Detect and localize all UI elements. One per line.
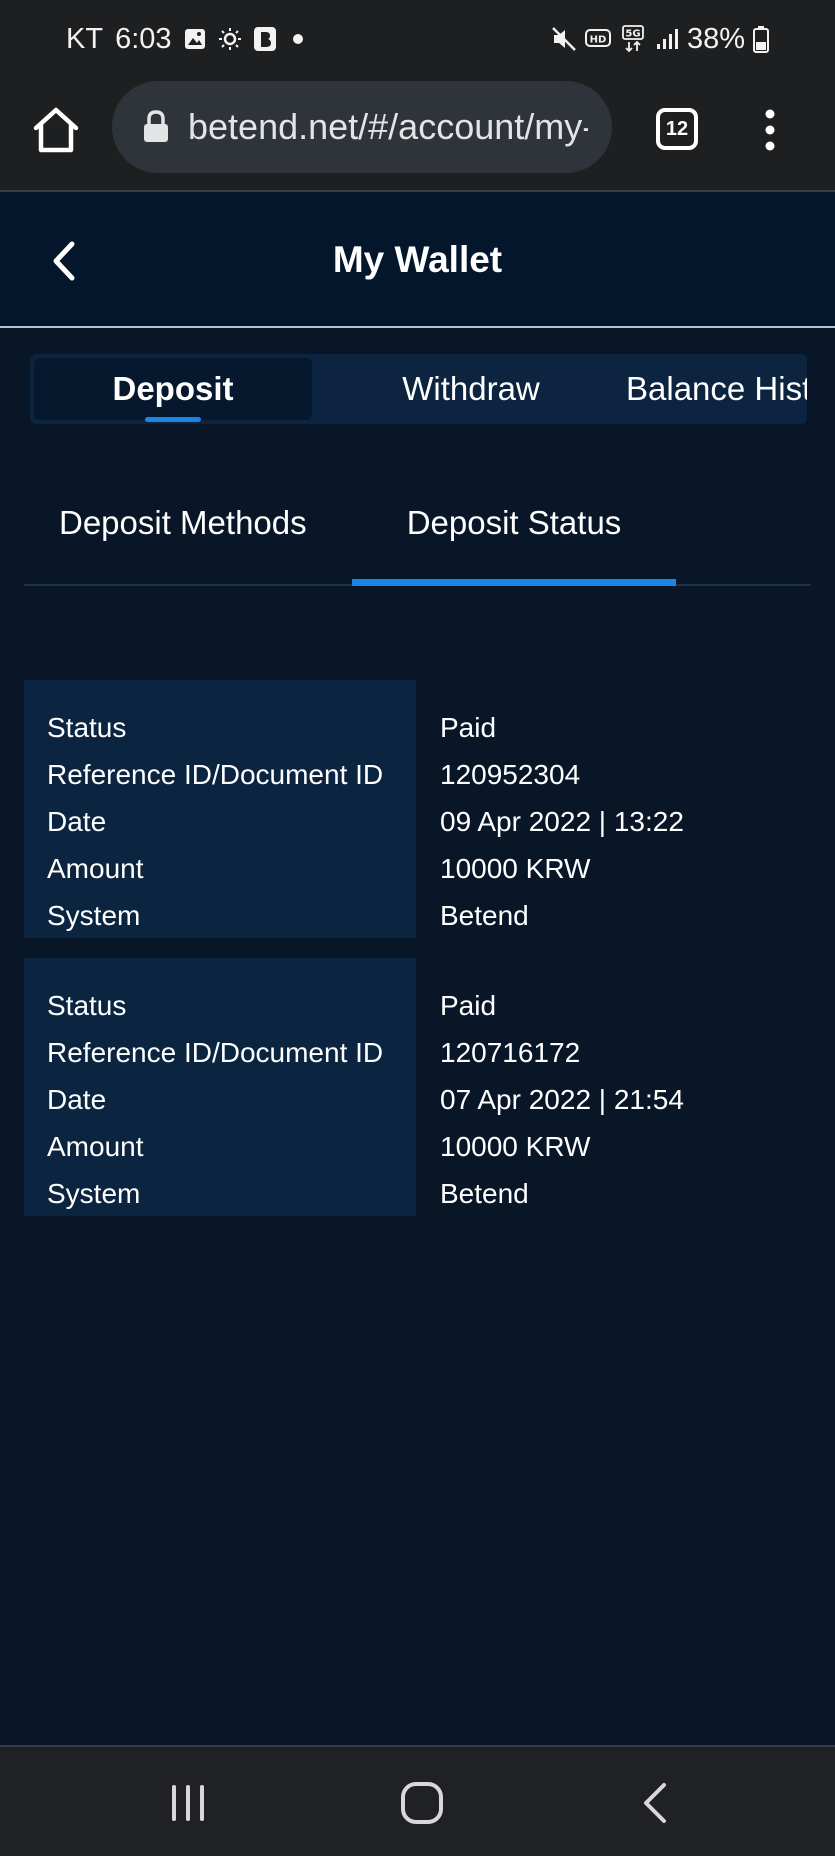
wallet-tabs: Deposit Withdraw Balance History [30, 354, 807, 424]
status-label: Status [47, 990, 127, 1021]
page-title: My Wallet [332, 239, 503, 280]
status-bar: KT 6:03 HD 5G 38% [0, 0, 835, 78]
more-menu-icon[interactable] [760, 104, 780, 156]
tab-active-underline [145, 417, 201, 422]
status-value: Paid [440, 990, 497, 1021]
battery-percent: 38% [686, 22, 745, 55]
brightness-icon [218, 27, 242, 51]
reference-id-label: Reference ID/Document ID [47, 759, 384, 790]
tab-deposit-label: Deposit [112, 370, 234, 407]
date-label: Date [47, 1084, 107, 1115]
amount-value: 10000 KRW [440, 853, 591, 884]
status-value: Paid [440, 712, 497, 743]
dot-icon [288, 29, 308, 49]
amount-value: 10000 KRW [440, 1131, 591, 1162]
svg-text:HD: HD [590, 35, 607, 46]
image-icon [184, 28, 206, 50]
deposit-records: Status Reference ID/Document ID Date Amo… [24, 680, 811, 1236]
lock-icon [142, 110, 170, 144]
b-app-icon [253, 27, 276, 51]
date-value: 07 Apr 2022 | 21:54 [440, 1084, 684, 1115]
home-icon[interactable] [30, 104, 82, 156]
deposit-record: Status Reference ID/Document ID Date Amo… [24, 680, 811, 938]
clock: 6:03 [115, 22, 172, 55]
5g-icon: 5G [621, 25, 647, 53]
tab-switcher-button[interactable]: 12 [656, 108, 698, 150]
system-navigation-bar [0, 1745, 835, 1856]
svg-text:5G: 5G [625, 29, 640, 40]
amount-label: Amount [47, 1131, 144, 1162]
mute-icon [551, 26, 577, 52]
back-nav-icon[interactable] [628, 1775, 684, 1831]
reference-id-value: 120716172 [440, 1037, 581, 1068]
tab-deposit-status-label: Deposit Status [406, 504, 622, 541]
tab-deposit[interactable]: Deposit [34, 358, 312, 422]
record-labels: Status Reference ID/Document ID Date Amo… [24, 958, 416, 1216]
carrier-label: KT [66, 22, 104, 55]
app-header: My Wallet [0, 194, 835, 328]
record-values: Paid 120716172 07 Apr 2022 | 21:54 10000… [440, 958, 811, 1216]
address-bar[interactable]: betend.net/#/account/my-wallet [112, 81, 612, 173]
system-label: System [47, 1178, 141, 1209]
tab-deposit-status[interactable]: Deposit Status [352, 462, 676, 586]
status-label: Status [47, 712, 127, 743]
deposit-sub-tabs: Deposit Methods Deposit Status [24, 462, 811, 586]
date-value: 09 Apr 2022 | 13:22 [440, 806, 684, 837]
sub-tab-active-indicator [352, 579, 676, 586]
amount-label: Amount [47, 853, 144, 884]
record-values: Paid 120952304 09 Apr 2022 | 13:22 10000… [440, 680, 811, 938]
system-label: System [47, 900, 141, 931]
record-labels: Status Reference ID/Document ID Date Amo… [24, 680, 416, 938]
url-text[interactable]: betend.net/#/account/my-wallet [188, 106, 588, 148]
system-value: Betend [440, 1178, 529, 1209]
status-left: KT 6:03 [66, 23, 308, 56]
hd-icon: HD [584, 28, 613, 50]
tab-deposit-methods-label: Deposit Methods [59, 504, 307, 541]
status-right: HD 5G 38% [551, 23, 769, 56]
recent-apps-icon[interactable] [160, 1775, 216, 1831]
date-label: Date [47, 806, 107, 837]
battery-icon [753, 25, 769, 53]
tab-deposit-methods[interactable]: Deposit Methods [59, 462, 307, 584]
deposit-record: Status Reference ID/Document ID Date Amo… [24, 958, 811, 1216]
tab-balance-history[interactable]: Balance History [626, 358, 807, 420]
back-arrow-icon[interactable] [44, 238, 84, 284]
browser-toolbar: betend.net/#/account/my-wallet 12 [0, 78, 835, 192]
tab-withdraw[interactable]: Withdraw [326, 358, 616, 420]
reference-id-value: 120952304 [440, 759, 581, 790]
tab-withdraw-label: Withdraw [402, 370, 540, 407]
signal-icon [655, 27, 679, 51]
reference-id-label: Reference ID/Document ID [47, 1037, 384, 1068]
system-value: Betend [440, 900, 529, 931]
home-nav-icon[interactable] [394, 1775, 450, 1831]
tab-balance-history-label: Balance History [626, 370, 807, 407]
